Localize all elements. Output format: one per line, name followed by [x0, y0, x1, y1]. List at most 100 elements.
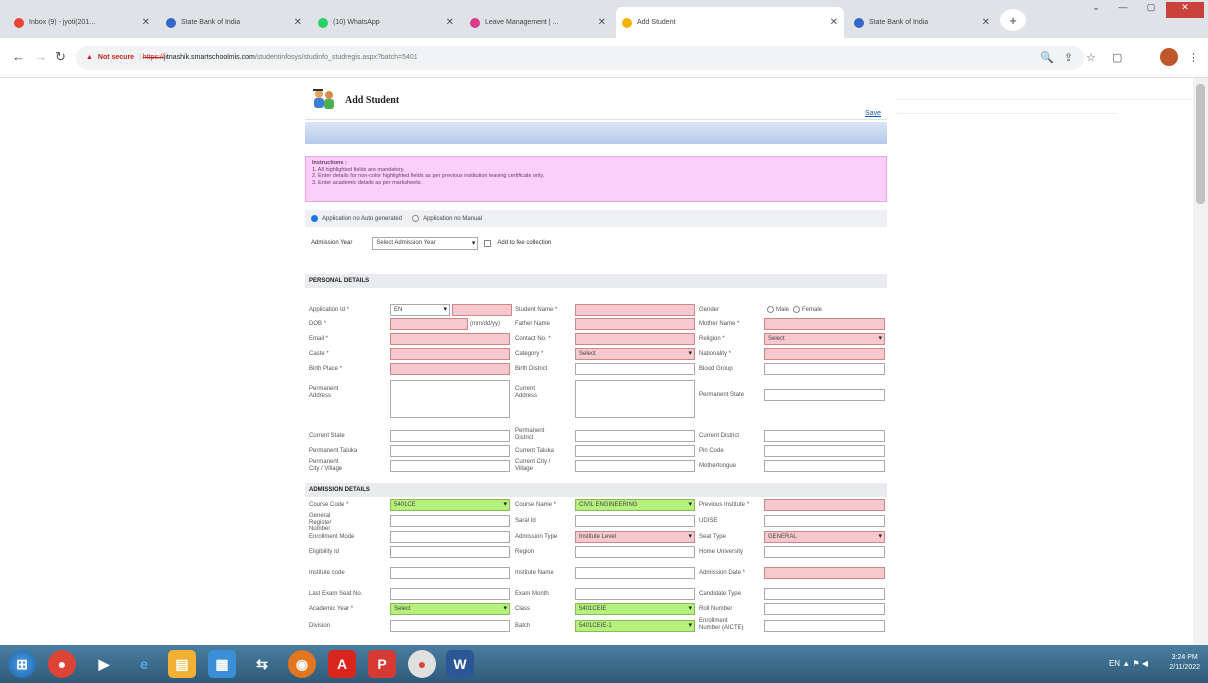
- exam-month-input[interactable]: [575, 588, 695, 600]
- mother-name-input[interactable]: [764, 318, 885, 330]
- candidate-type-input[interactable]: [764, 588, 885, 600]
- close-icon[interactable]: ✕: [142, 17, 150, 28]
- bookmark-star-icon[interactable]: ☆: [1086, 51, 1096, 64]
- close-icon[interactable]: ✕: [598, 17, 606, 28]
- radio-female[interactable]: [793, 306, 800, 313]
- back-arrow-icon[interactable]: ←: [12, 49, 25, 64]
- admission-date-input[interactable]: [764, 567, 885, 579]
- window-close-icon[interactable]: ✕: [1166, 2, 1204, 18]
- start-button-icon[interactable]: ⊞: [8, 650, 36, 678]
- course-name-select[interactable]: CIVIL ENGINEERING ▾: [575, 499, 695, 511]
- firefox-icon[interactable]: ◉: [288, 650, 316, 678]
- roll-number-input[interactable]: [764, 603, 885, 615]
- email-input[interactable]: [390, 333, 510, 345]
- tab-sbi-1[interactable]: State Bank of India ✕: [160, 7, 308, 38]
- pin-code-input[interactable]: [764, 445, 885, 457]
- media-player-icon[interactable]: ▶: [90, 650, 118, 678]
- class-select[interactable]: 5401CEIE ▾: [575, 603, 695, 615]
- current-city-input[interactable]: [575, 460, 695, 472]
- saral-id-input[interactable]: [575, 515, 695, 527]
- minimize-icon[interactable]: —: [1110, 2, 1136, 18]
- permanent-district-input[interactable]: [575, 430, 695, 442]
- previous-institute-input[interactable]: [764, 499, 885, 511]
- caste-input[interactable]: [390, 348, 510, 360]
- tab-whatsapp[interactable]: (10) WhatsApp ✕: [312, 7, 460, 38]
- birth-place-input[interactable]: [390, 363, 510, 375]
- permanent-state-input[interactable]: [764, 389, 885, 401]
- powerpoint-icon[interactable]: P: [368, 650, 396, 678]
- share-icon[interactable]: ⇪: [1064, 51, 1073, 64]
- current-address-textarea[interactable]: [575, 380, 695, 418]
- fee-collection-checkbox[interactable]: [484, 239, 492, 247]
- tab-inbox[interactable]: Inbox (9) - jyoti(201... ✕: [8, 7, 156, 38]
- current-taluka-input[interactable]: [575, 445, 695, 457]
- tab-sbi-2[interactable]: State Bank of India ✕: [848, 7, 996, 38]
- current-district-input[interactable]: [764, 430, 885, 442]
- menu-kebab-icon[interactable]: ⋮: [1188, 51, 1199, 64]
- scrollbar-thumb[interactable]: [1196, 84, 1205, 204]
- admission-year-select[interactable]: Select Admission Year ▾: [372, 236, 479, 250]
- url-input[interactable]: ▲ Not secure | https://jitnashik.smartsc…: [76, 46, 1084, 70]
- radio-auto[interactable]: [311, 215, 318, 222]
- network-icon[interactable]: ⇆: [248, 650, 276, 678]
- application-id-input[interactable]: [452, 304, 512, 316]
- close-icon[interactable]: ✕: [294, 17, 302, 28]
- dob-input[interactable]: [390, 318, 468, 330]
- mothertongue-input[interactable]: [764, 460, 885, 472]
- student-name-input[interactable]: [575, 304, 695, 316]
- new-tab-button[interactable]: +: [1000, 9, 1026, 31]
- admission-type-select[interactable]: Institute Level ▾: [575, 531, 695, 543]
- current-state-input[interactable]: [390, 430, 510, 442]
- division-input[interactable]: [390, 620, 510, 632]
- word-icon[interactable]: W: [446, 650, 474, 678]
- forward-arrow-icon[interactable]: →: [34, 49, 47, 64]
- udise-input[interactable]: [764, 515, 885, 527]
- close-icon[interactable]: ✕: [830, 17, 838, 28]
- batch-select[interactable]: 5401CEIE-1 ▾: [575, 620, 695, 632]
- tab-add-student[interactable]: Add Student ✕: [616, 7, 844, 38]
- permanent-taluka-input[interactable]: [390, 445, 510, 457]
- taskbar-clock[interactable]: 3:24 PM 2/11/2022: [1169, 653, 1200, 673]
- maximize-icon[interactable]: ▢: [1138, 2, 1164, 18]
- sidepanel-icon[interactable]: ▢: [1112, 51, 1122, 64]
- last-exam-seat-input[interactable]: [390, 588, 510, 600]
- file-explorer-icon[interactable]: ▤: [168, 650, 196, 678]
- close-icon[interactable]: ✕: [982, 17, 990, 28]
- enrollment-number-input[interactable]: [764, 620, 885, 632]
- tab-leave-management[interactable]: Leave Management | ... ✕: [464, 7, 612, 38]
- application-prefix-select[interactable]: EN ▾: [390, 304, 450, 316]
- enrollment-mode-input[interactable]: [390, 531, 510, 543]
- page-scrollbar[interactable]: [1193, 78, 1208, 645]
- profile-avatar[interactable]: [1160, 48, 1178, 66]
- eligibility-id-input[interactable]: [390, 546, 510, 558]
- reload-icon[interactable]: ↻: [55, 49, 66, 65]
- acrobat-icon[interactable]: A: [328, 650, 356, 678]
- permanent-address-textarea[interactable]: [390, 380, 510, 418]
- blood-group-input[interactable]: [764, 363, 885, 375]
- general-register-input[interactable]: [390, 515, 510, 527]
- nationality-input[interactable]: [764, 348, 885, 360]
- save-link[interactable]: Save: [865, 110, 881, 117]
- category-select[interactable]: Select ▾: [575, 348, 695, 360]
- birth-district-input[interactable]: [575, 363, 695, 375]
- home-university-input[interactable]: [764, 546, 885, 558]
- chrome-active-icon[interactable]: ●: [408, 650, 436, 678]
- contact-no-input[interactable]: [575, 333, 695, 345]
- radio-manual[interactable]: [412, 215, 420, 222]
- close-icon[interactable]: ✕: [446, 17, 454, 28]
- internet-explorer-icon[interactable]: e: [130, 650, 158, 678]
- permanent-city-input[interactable]: [390, 460, 510, 472]
- radio-male[interactable]: [767, 306, 774, 313]
- tab-search-icon[interactable]: ⌄: [1086, 2, 1106, 18]
- chrome-icon[interactable]: ●: [48, 650, 76, 678]
- institute-code-input[interactable]: [390, 567, 510, 579]
- religion-select[interactable]: Select ▾: [764, 333, 885, 345]
- father-name-input[interactable]: [575, 318, 695, 330]
- institute-name-input[interactable]: [575, 567, 695, 579]
- zoom-icon[interactable]: 🔍: [1040, 51, 1054, 64]
- course-code-select[interactable]: 5401CE ▾: [390, 499, 510, 511]
- documents-icon[interactable]: ▦: [208, 650, 236, 678]
- system-tray[interactable]: EN ▲ ⚑ ◀: [1109, 659, 1148, 668]
- seat-type-select[interactable]: GENERAL ▾: [764, 531, 885, 543]
- region-input[interactable]: [575, 546, 695, 558]
